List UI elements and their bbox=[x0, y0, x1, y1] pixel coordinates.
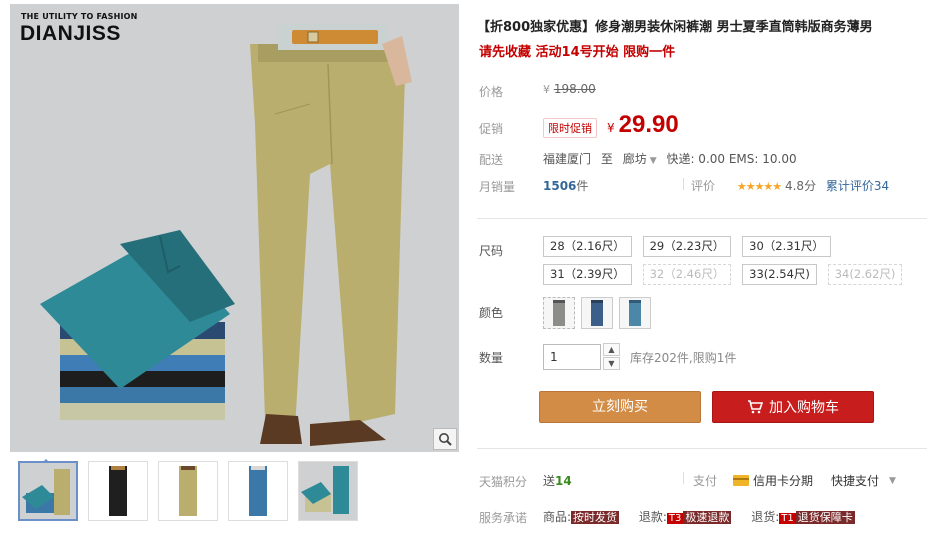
color-options bbox=[543, 297, 651, 329]
product-title: 【折800独家优惠】修身潮男装休闲裤潮 男士夏季直筒韩版商务薄男 bbox=[477, 20, 873, 35]
service-goods: 商品: 按时发货 bbox=[543, 510, 623, 524]
divider bbox=[683, 472, 684, 484]
thumbnail-2[interactable] bbox=[88, 461, 148, 521]
size-option[interactable]: 30（2.31尺） bbox=[742, 236, 831, 257]
service-goods-tag[interactable]: 按时发货 bbox=[571, 511, 620, 524]
size-option[interactable]: 28（2.16尺） bbox=[543, 236, 632, 257]
quantity-label: 数量 bbox=[479, 351, 504, 365]
installment-option[interactable]: 信用卡分期 bbox=[753, 472, 813, 489]
chevron-down-icon[interactable]: ▼ bbox=[889, 476, 896, 486]
thumbnail-4[interactable] bbox=[228, 461, 288, 521]
shipping-destination[interactable]: 廊坊 bbox=[623, 152, 647, 166]
original-price: ¥ 198.00 bbox=[543, 82, 596, 96]
stock-info: 库存202件,限购1件 bbox=[630, 350, 737, 365]
shipping-from: 福建厦门 bbox=[543, 152, 592, 166]
shipping-label: 配送 bbox=[479, 153, 504, 167]
shipping-fees: 快递: 0.00 EMS: 10.00 bbox=[666, 152, 797, 166]
buy-now-button[interactable]: 立刻购买 bbox=[539, 391, 701, 423]
sales-label: 月销量 bbox=[479, 180, 516, 194]
service-commitments: 商品: 按时发货 退款: T3 极速退款 退货: T1 退货保障卡 bbox=[543, 508, 871, 525]
payment-options: 支付 信用卡分期 快捷支付 ▼ bbox=[693, 472, 896, 489]
divider bbox=[683, 178, 684, 190]
thumbnail-strip bbox=[10, 455, 459, 535]
currency-symbol: ¥ bbox=[543, 83, 550, 96]
chevron-down-icon[interactable]: ▼ bbox=[650, 156, 657, 166]
service-return-tag[interactable]: 退货保障卡 bbox=[795, 511, 855, 524]
shipping-info: 福建厦门 至 廊坊 ▼ 快递: 0.00 EMS: 10.00 bbox=[543, 150, 797, 167]
thumbnail-5[interactable] bbox=[298, 461, 358, 521]
add-to-cart-label: 加入购物车 bbox=[769, 400, 839, 416]
size-option-disabled: 34(2.62尺) bbox=[827, 264, 903, 285]
quantity-input[interactable] bbox=[543, 344, 601, 370]
chevron-up-icon[interactable]: ▲ bbox=[603, 343, 620, 356]
product-subtitle: 请先收藏 活动14号开始 限购一件 bbox=[479, 45, 676, 60]
color-label: 颜色 bbox=[479, 306, 504, 320]
size-label: 尺码 bbox=[479, 244, 504, 258]
service-return: 退货: T1 退货保障卡 bbox=[751, 510, 855, 524]
chevron-down-icon[interactable]: ▼ bbox=[603, 357, 620, 370]
price-label: 价格 bbox=[479, 85, 504, 99]
points-value: 14 bbox=[555, 474, 572, 488]
service-refund-label: 退款: bbox=[638, 510, 667, 524]
service-refund-tag[interactable]: 极速退款 bbox=[683, 511, 732, 524]
section-divider bbox=[477, 448, 927, 449]
tmall-points: 送14 bbox=[543, 472, 572, 489]
promo-price-value: 29.90 bbox=[618, 111, 679, 138]
color-swatch-blue[interactable] bbox=[619, 297, 651, 329]
product-main-image[interactable]: THE UTILITY TO FASHION DIANJISS bbox=[10, 4, 459, 452]
section-divider bbox=[477, 218, 927, 219]
shipping-to-word: 至 bbox=[600, 152, 613, 166]
thumbnail-3[interactable] bbox=[158, 461, 218, 521]
rating-label: 评价 bbox=[691, 179, 716, 193]
promo-badge: 限时促销 bbox=[543, 118, 597, 138]
payment-label: 支付 bbox=[693, 474, 718, 488]
thumbnail-1[interactable] bbox=[18, 461, 78, 521]
color-swatch-navy[interactable] bbox=[581, 297, 613, 329]
service-return-code: T1 bbox=[779, 513, 796, 524]
quantity-stepper: ▲ ▼ 库存202件,限购1件 bbox=[543, 343, 736, 371]
original-price-value: 198.00 bbox=[553, 82, 596, 96]
monthly-sales: 1506件 bbox=[543, 177, 588, 194]
points-prefix: 送 bbox=[543, 474, 556, 488]
size-option[interactable]: 29（2.23尺） bbox=[642, 236, 732, 257]
service-refund: 退款: T3 极速退款 bbox=[639, 510, 735, 524]
cart-icon bbox=[748, 400, 763, 414]
size-options: 28（2.16尺） 29（2.23尺） 30（2.31尺） 31（2.39尺） … bbox=[543, 236, 923, 292]
credit-card-icon bbox=[733, 475, 750, 486]
points-label: 天猫积分 bbox=[479, 475, 528, 489]
rating-score: 4.8分 bbox=[784, 179, 817, 193]
quantity-step-buttons: ▲ ▼ bbox=[603, 343, 620, 371]
size-option[interactable]: 33(2.54尺) bbox=[742, 264, 817, 285]
service-return-label: 退货: bbox=[751, 510, 780, 524]
size-option[interactable]: 31（2.39尺） bbox=[543, 264, 632, 285]
promo-price: ¥29.90 bbox=[607, 111, 679, 139]
rating: 评价 ★★★★★ 4.8分 累计评价34 bbox=[691, 177, 889, 194]
add-to-cart-button[interactable]: 加入购物车 bbox=[712, 391, 874, 423]
service-goods-label: 商品: bbox=[543, 510, 572, 524]
service-refund-code: T3 bbox=[666, 513, 684, 524]
zoom-icon[interactable] bbox=[433, 428, 457, 450]
service-label: 服务承诺 bbox=[479, 511, 528, 525]
quick-pay-option[interactable]: 快捷支付 bbox=[831, 472, 879, 489]
sales-unit: 件 bbox=[576, 179, 589, 193]
product-illustration bbox=[40, 24, 412, 446]
size-option-disabled: 32（2.46尺） bbox=[642, 264, 732, 285]
sales-count: 1506 bbox=[543, 179, 577, 193]
promo-label: 促销 bbox=[479, 122, 504, 136]
star-rating-icon: ★★★★★ bbox=[736, 180, 782, 193]
reviews-link[interactable]: 累计评价34 bbox=[826, 179, 889, 193]
color-swatch-gray[interactable] bbox=[543, 297, 575, 329]
currency-symbol: ¥ bbox=[607, 121, 615, 135]
